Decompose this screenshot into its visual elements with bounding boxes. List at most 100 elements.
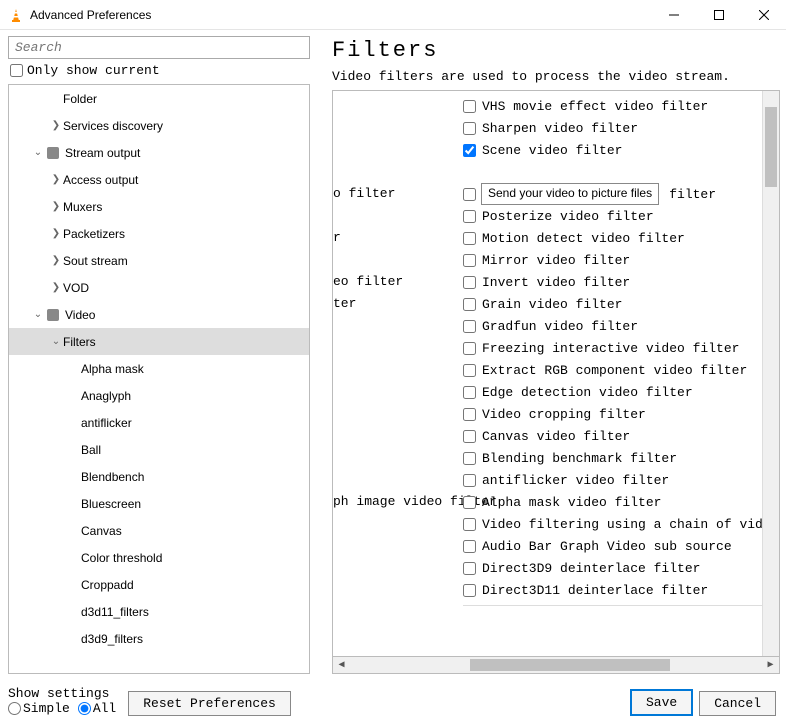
filter-check-canvas-video-filter[interactable]: Canvas video filter [463,425,762,447]
filter-check-motion-detect-video-filter[interactable]: Motion detect video filter [463,227,762,249]
horizontal-scroll-thumb[interactable] [470,659,670,671]
filter-checkbox[interactable] [463,474,476,487]
filter-area: o filterreo filterterph image video filt… [332,90,780,657]
filter-checkbox[interactable] [463,430,476,443]
reset-preferences-button[interactable]: Reset Preferences [128,691,291,716]
filter-row-fragment [333,425,463,447]
filter-check-mirror-video-filter[interactable]: Mirror video filter [463,249,762,271]
filter-row-fragment [333,447,463,469]
filter-check-audio-bar-graph-video-sub-sour[interactable]: Audio Bar Graph Video sub source [463,535,762,557]
tree-item-d3d11-filters[interactable]: d3d11_filters [9,598,309,625]
filter-check-posterize-video-filter[interactable]: Posterize video filter [463,205,762,227]
filter-checkbox[interactable] [463,122,476,135]
tree-item-anaglyph[interactable]: Anaglyph [9,382,309,409]
radio-all[interactable]: All [78,701,116,716]
minimize-button[interactable] [651,0,696,30]
window-title: Advanced Preferences [30,8,151,22]
search-input[interactable] [8,36,310,59]
filter-checkbox[interactable] [463,496,476,509]
filter-check-video-filtering-using-a-chain-[interactable]: Video filtering using a chain of video f… [463,513,762,535]
tree-item-canvas[interactable]: Canvas [9,517,309,544]
only-show-current-checkbox[interactable]: Only show current [8,59,322,84]
tree-item-croppadd[interactable]: Croppadd [9,571,309,598]
filter-label: Grain video filter [482,297,622,312]
tree-item-sout-stream[interactable]: ❯Sout stream [9,247,309,274]
tree-item-label: Folder [63,92,97,106]
vertical-scroll-thumb[interactable] [765,107,777,187]
radio-simple[interactable]: Simple [8,701,70,716]
tree-item-bluescreen[interactable]: Bluescreen [9,490,309,517]
filter-checkbox[interactable] [463,276,476,289]
preferences-tree[interactable]: Folder❯Services discovery⌄Stream output❯… [8,84,310,674]
tree-item-packetizers[interactable]: ❯Packetizers [9,220,309,247]
tree-item-alpha-mask[interactable]: Alpha mask [9,355,309,382]
filter-row-fragment [333,205,463,227]
tree-item-filters[interactable]: ⌄Filters [9,328,309,355]
tree-item-muxers[interactable]: ❯Muxers [9,193,309,220]
filter-checkbox[interactable] [463,188,476,201]
filter-checkbox[interactable] [463,342,476,355]
tree-item-vod[interactable]: ❯VOD [9,274,309,301]
filter-check-grain-video-filter[interactable]: Grain video filter [463,293,762,315]
filter-check-freezing-interactive-video-fil[interactable]: Freezing interactive video filter [463,337,762,359]
tree-item-stream-output[interactable]: ⌄Stream output [9,139,309,166]
filter-checkbox[interactable] [463,210,476,223]
filter-row-fragment [333,139,463,161]
tree-item-services-discovery[interactable]: ❯Services discovery [9,112,309,139]
tooltip: Send your video to picture files [481,183,659,205]
tree-item-label: Anaglyph [81,389,131,403]
tree-item-video[interactable]: ⌄Video [9,301,309,328]
filter-checkbox[interactable] [463,364,476,377]
filter-checkbox[interactable] [463,518,476,531]
tree-item-access-output[interactable]: ❯Access output [9,166,309,193]
filter-check-invert-video-filter[interactable]: Invert video filter [463,271,762,293]
tree-arrow-icon: ❯ [49,174,63,185]
save-button[interactable]: Save [630,689,693,716]
filter-checkbox[interactable] [463,540,476,553]
tree-item-blendbench[interactable]: Blendbench [9,463,309,490]
filter-checkbox[interactable] [463,386,476,399]
tree-item-ball[interactable]: Ball [9,436,309,463]
filter-check-alpha-mask-video-filter[interactable]: Alpha mask video filter [463,491,762,513]
filter-label: antiflicker video filter [482,473,669,488]
filter-checkbox[interactable] [463,320,476,333]
bottom-bar: Show settings Simple All Reset Preferenc… [0,674,786,724]
filter-check-video-cropping-filter[interactable]: Video cropping filter [463,403,762,425]
scroll-right-icon[interactable]: ▶ [762,659,779,671]
filter-check-gradfun-video-filter[interactable]: Gradfun video filter [463,315,762,337]
cancel-button[interactable]: Cancel [699,691,776,716]
filter-checkbox[interactable] [463,232,476,245]
horizontal-scrollbar[interactable]: ◀ ▶ [332,657,780,674]
scroll-left-icon[interactable]: ◀ [333,659,350,671]
filter-check-extract-rgb-component-video-fi[interactable]: Extract RGB component video filter [463,359,762,381]
tree-item-label: Filters [63,335,96,349]
filter-row-fragment [333,95,463,117]
filter-check-blending-benchmark-filter[interactable]: Blending benchmark filter [463,447,762,469]
filter-checkbox[interactable] [463,408,476,421]
tree-item-color-threshold[interactable]: Color threshold [9,544,309,571]
filter-check-scene-video-filter[interactable]: Scene video filter [463,139,762,161]
tree-item-folder[interactable]: Folder [9,85,309,112]
filter-checkbox[interactable] [463,144,476,157]
filter-checkbox[interactable] [463,254,476,267]
filter-check-vhs-movie-effect-video-filter[interactable]: VHS movie effect video filter [463,95,762,117]
filter-checkbox[interactable] [463,298,476,311]
maximize-button[interactable] [696,0,741,30]
tree-item-d3d9-filters[interactable]: d3d9_filters [9,625,309,652]
vertical-scrollbar[interactable] [762,91,779,656]
filter-row-fragment: o filter [333,183,463,205]
tree-item-antiflicker[interactable]: antiflicker [9,409,309,436]
filter-check-direct3d11-deinterlace-filter[interactable]: Direct3D11 deinterlace filter [463,579,762,601]
filter-checkbox[interactable] [463,452,476,465]
close-button[interactable] [741,0,786,30]
filter-check-direct3d9-deinterlace-filter[interactable]: Direct3D9 deinterlace filter [463,557,762,579]
filter-check-sharpen-video-filter[interactable]: Sharpen video filter [463,117,762,139]
filter-check-item[interactable] [463,161,762,183]
filter-check-antiflicker-video-filter[interactable]: antiflicker video filter [463,469,762,491]
filter-checkbox[interactable] [463,100,476,113]
filter-checkbox[interactable] [463,584,476,597]
tree-item-label: VOD [63,281,89,295]
filter-check-edge-detection-video-filter[interactable]: Edge detection video filter [463,381,762,403]
filter-checkbox[interactable] [463,562,476,575]
show-settings-label: Show settings [8,686,122,701]
